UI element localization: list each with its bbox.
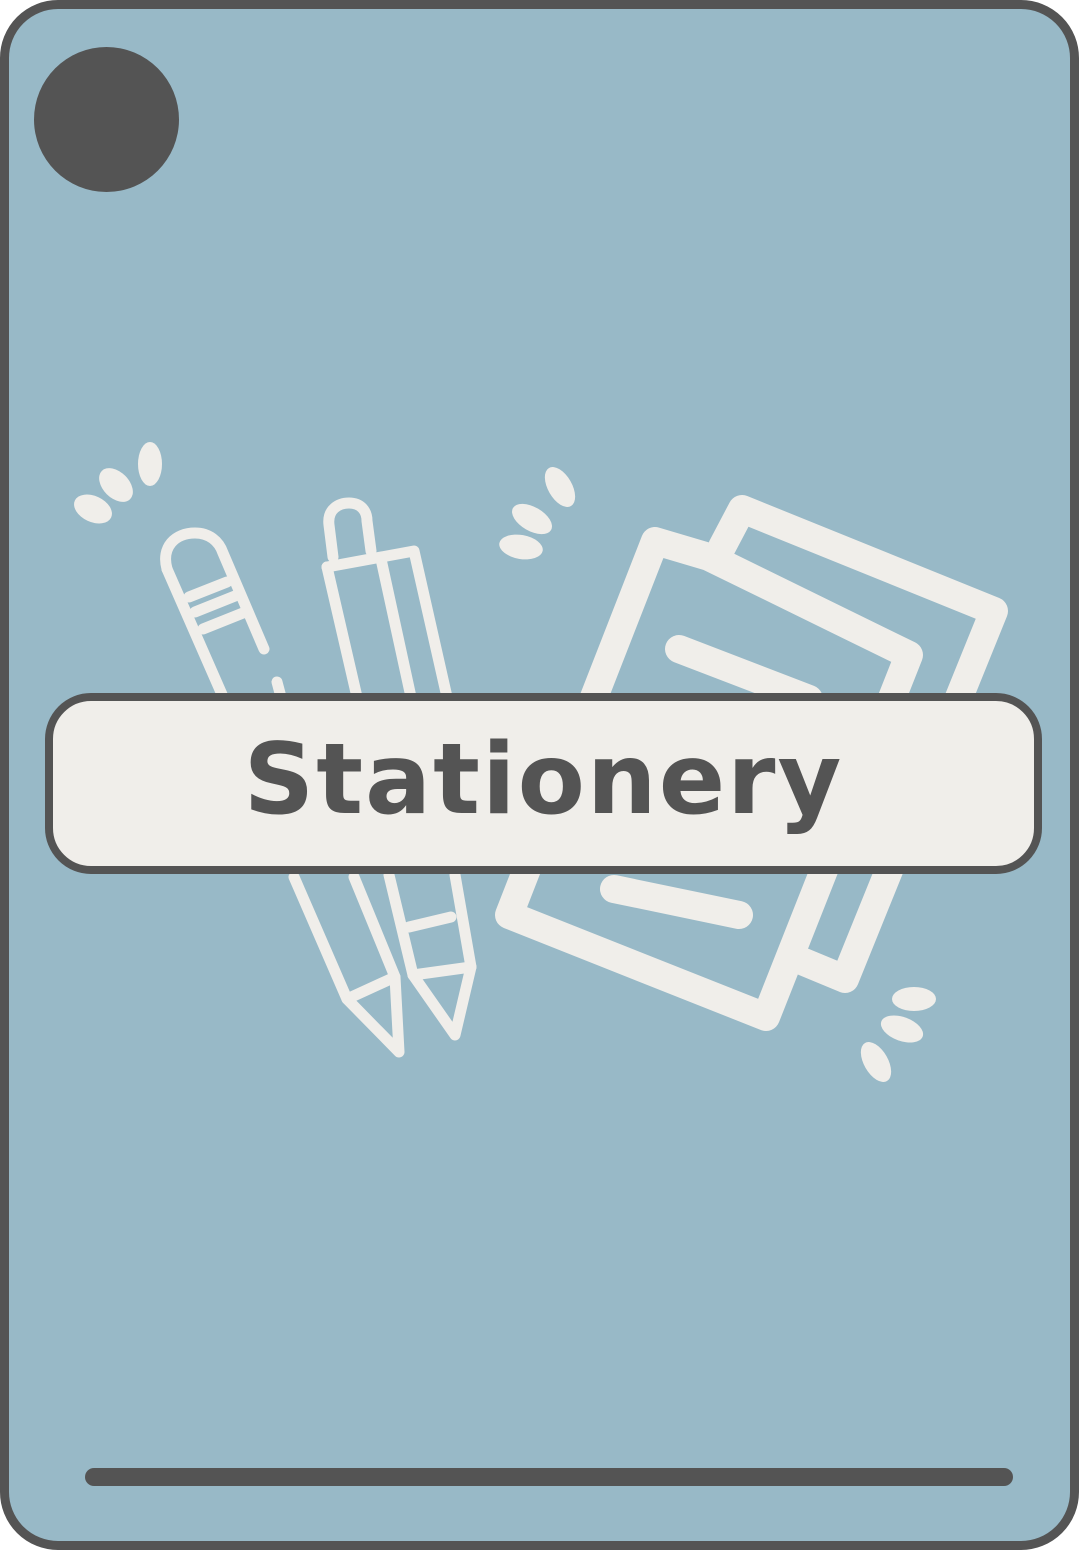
- category-card[interactable]: Stationery: [0, 0, 1079, 1550]
- bottom-bar: [85, 1468, 1013, 1486]
- card-title: Stationery: [243, 722, 844, 837]
- title-banner: Stationery: [45, 693, 1042, 874]
